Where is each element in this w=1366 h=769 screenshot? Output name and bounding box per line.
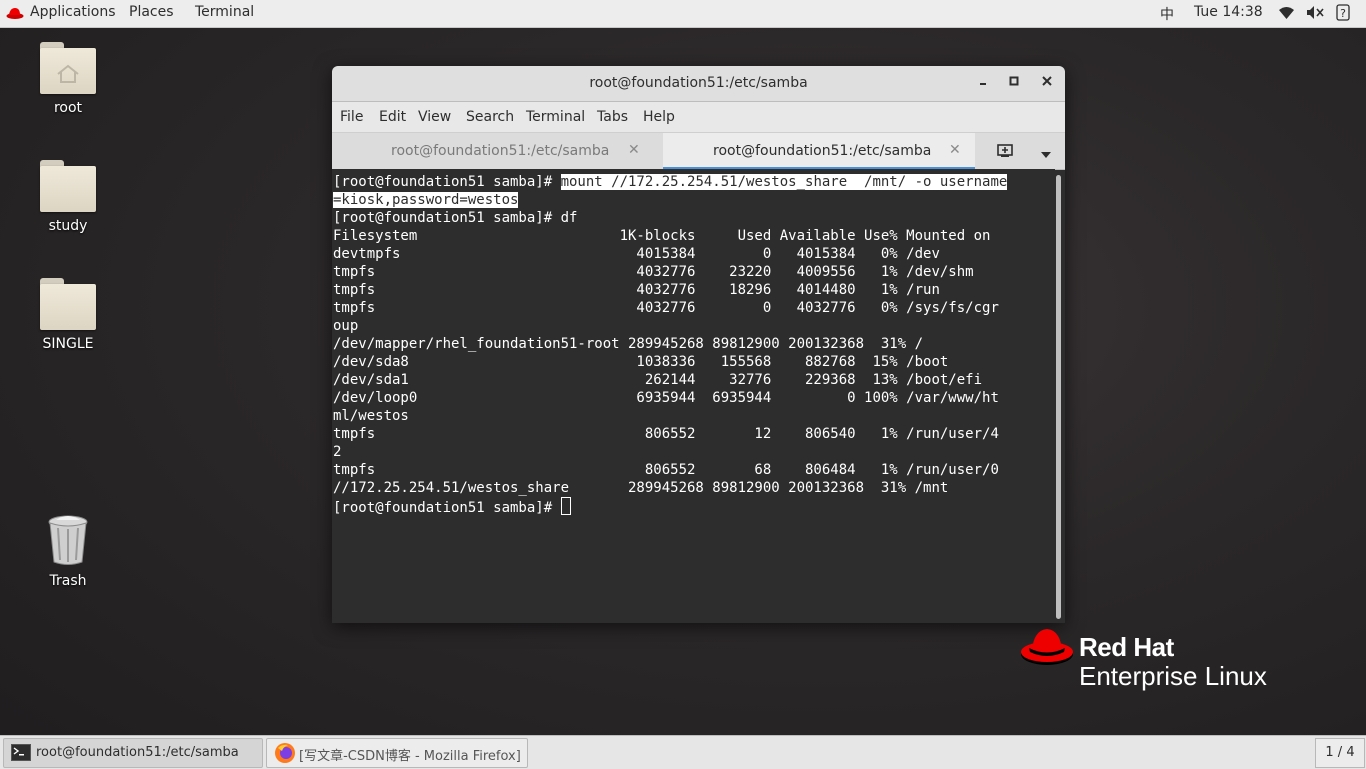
terminal-line: oup — [333, 318, 359, 334]
terminal-line: /dev/sda1 262144 32776 229368 13% /boot/… — [333, 372, 983, 388]
desktop-icon-label: Trash — [49, 573, 87, 589]
redhat-logo-icon — [1020, 626, 1074, 672]
tab-bar: root@foundation51:/etc/samba ✕ root@foun… — [332, 133, 1065, 170]
terminal-scrollbar[interactable] — [1056, 175, 1061, 619]
tabs-dropdown-icon[interactable] — [1040, 147, 1052, 158]
desktop-icon-single[interactable]: SINGLE — [23, 278, 113, 352]
input-method-indicator[interactable]: 中 — [1160, 4, 1174, 24]
menu-edit[interactable]: Edit — [379, 109, 406, 125]
terminal-line: Filesystem 1K-blocks Used Available Use%… — [333, 228, 991, 244]
terminal-line: 2 — [333, 444, 342, 460]
terminal-line: /dev/mapper/rhel_foundation51-root 28994… — [333, 336, 924, 352]
clock[interactable]: Tue 14:38 — [1194, 4, 1263, 20]
terminal-line: /dev/sda8 1038336 155568 882768 15% /boo… — [333, 354, 949, 370]
menu-search[interactable]: Search — [466, 109, 514, 125]
tab-terminal-2[interactable]: root@foundation51:/etc/samba ✕ — [663, 133, 975, 169]
close-icon[interactable] — [1038, 74, 1056, 92]
desktop-icon-study[interactable]: study — [23, 160, 113, 234]
tab-terminal-1[interactable]: root@foundation51:/etc/samba ✕ — [332, 133, 662, 169]
taskbar-item-label: root@foundation51:/etc/samba — [36, 745, 239, 760]
applications-menu[interactable]: Applications — [30, 4, 116, 20]
desktop-icon-root[interactable]: root — [23, 42, 113, 116]
workspace-switcher[interactable]: 1 / 4 — [1315, 738, 1365, 768]
shell-prompt: [root@foundation51 samba]# — [333, 174, 561, 190]
terminal-menubar: File Edit View Search Terminal Tabs Help — [332, 102, 1065, 133]
maximize-icon[interactable] — [1005, 74, 1023, 92]
shell-prompt: [root@foundation51 samba]# — [333, 500, 561, 516]
volume-muted-icon[interactable] — [1306, 5, 1324, 24]
tab-label: root@foundation51:/etc/samba — [391, 143, 610, 159]
selected-text: =kiosk,password=westos — [333, 192, 519, 208]
terminal-line: [root@foundation51 samba]# df — [333, 210, 578, 226]
tab-label: root@foundation51:/etc/samba — [713, 143, 932, 159]
menu-help[interactable]: Help — [643, 109, 675, 125]
taskbar-item-terminal[interactable]: root@foundation51:/etc/samba — [3, 738, 263, 768]
svg-text:?: ? — [1340, 7, 1346, 20]
new-tab-icon[interactable] — [996, 141, 1016, 161]
redhat-hat-icon — [6, 6, 24, 24]
terminal-line: =kiosk,password=westos — [333, 191, 1055, 209]
firefox-icon — [274, 742, 296, 768]
text-cursor — [560, 497, 571, 515]
top-panel: Applications Places Terminal 中 Tue 14:38… — [0, 0, 1366, 28]
brand-line-2: Enterprise Linux — [1079, 661, 1267, 691]
brand-line-1: Red Hat — [1079, 632, 1174, 662]
desktop-icon-label: SINGLE — [42, 336, 94, 352]
terminal-line: tmpfs 806552 12 806540 1% /run/user/4 — [333, 426, 999, 442]
terminal-line: tmpfs 4032776 23220 4009556 1% /dev/shm — [333, 264, 974, 280]
terminal-line: ml/westos — [333, 408, 409, 424]
folder-icon — [40, 278, 96, 330]
menu-terminal[interactable]: Terminal — [526, 109, 585, 125]
terminal-line: tmpfs 806552 68 806484 1% /run/user/0 — [333, 462, 999, 478]
window-titlebar[interactable]: root@foundation51:/etc/samba — [332, 66, 1065, 102]
desktop-icon-label: root — [53, 100, 83, 116]
places-menu[interactable]: Places — [129, 4, 174, 20]
menu-tabs[interactable]: Tabs — [597, 109, 628, 125]
taskbar-item-label: [写文章-CSDN博客 - Mozilla Firefox] — [299, 749, 521, 764]
terminal-line: tmpfs 4032776 18296 4014480 1% /run — [333, 282, 940, 298]
close-tab-icon[interactable]: ✕ — [949, 142, 961, 158]
taskbar-item-firefox[interactable]: [写文章-CSDN博客 - Mozilla Firefox] — [266, 738, 528, 768]
trash-icon — [46, 514, 90, 566]
minimize-icon[interactable] — [974, 74, 992, 92]
folder-icon — [40, 160, 96, 212]
bottom-taskbar: root@foundation51:/etc/samba [写文章-CSDN博客… — [0, 735, 1366, 769]
home-folder-icon — [40, 42, 96, 94]
terminal-line: devtmpfs 4015384 0 4015384 0% /dev — [333, 246, 940, 262]
wifi-icon[interactable] — [1278, 5, 1295, 24]
terminal-screen[interactable]: [root@foundation51 samba]# mount //172.2… — [332, 169, 1055, 623]
window-title: root@foundation51:/etc/samba — [589, 75, 808, 91]
selected-text: mount //172.25.254.51/westos_share /mnt/… — [560, 174, 1008, 190]
terminal-window[interactable]: root@foundation51:/etc/samba File Edit V… — [332, 66, 1065, 623]
close-tab-icon[interactable]: ✕ — [628, 142, 640, 158]
terminal-line: [root@foundation51 samba]# — [333, 497, 1055, 516]
power-menu-icon[interactable]: ? — [1336, 4, 1350, 25]
terminal-line: [root@foundation51 samba]# mount //172.2… — [333, 173, 1055, 191]
menu-file[interactable]: File — [340, 109, 363, 125]
terminal-line: /dev/loop0 6935944 6935944 0 100% /var/w… — [333, 390, 999, 406]
terminal-icon — [11, 744, 31, 765]
terminal-line: tmpfs 4032776 0 4032776 0% /sys/fs/cgr — [333, 300, 999, 316]
desktop-icon-trash[interactable]: Trash — [23, 514, 113, 589]
desktop-icon-label: study — [48, 218, 88, 234]
terminal-app-menu[interactable]: Terminal — [195, 4, 254, 20]
menu-view[interactable]: View — [418, 109, 451, 125]
terminal-line: //172.25.254.51/westos_share 289945268 8… — [333, 480, 949, 496]
